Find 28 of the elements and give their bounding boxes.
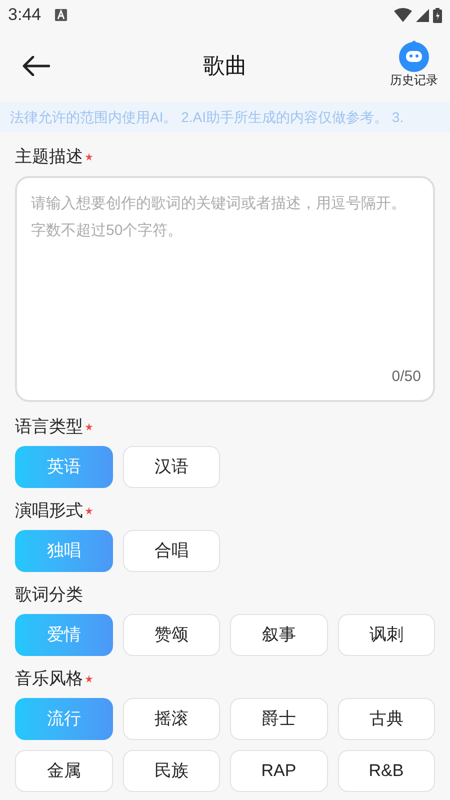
option-chip[interactable]: 汉语 — [122, 446, 220, 488]
back-icon[interactable] — [22, 56, 50, 76]
robot-icon — [398, 40, 430, 72]
field-label: 演唱形式 — [15, 500, 83, 522]
wifi-icon — [394, 8, 412, 22]
option-chip[interactable]: RAP — [230, 750, 328, 792]
field-label: 主题描述 — [15, 146, 83, 168]
field-label: 语言类型 — [15, 416, 83, 438]
notice-text: 法律允许的范围内使用AI。 2.AI助手所生成的内容仅做参考。 3. — [10, 108, 404, 126]
option-chip[interactable]: R&B — [338, 750, 435, 792]
signal-icon — [416, 8, 429, 22]
field-label: 音乐风格 — [15, 668, 83, 690]
status-time: 3:44 — [8, 4, 42, 26]
option-chip[interactable]: 叙事 — [230, 614, 328, 656]
history-button[interactable]: 历史记录 — [390, 40, 438, 88]
option-chip[interactable]: 金属 — [15, 750, 112, 792]
battery-icon — [433, 8, 442, 22]
option-chip[interactable]: 民族 — [122, 750, 220, 792]
char-counter: 0/50 — [392, 366, 421, 386]
option-chip[interactable]: 讽刺 — [338, 614, 435, 656]
option-chip[interactable]: 合唱 — [122, 530, 220, 572]
page-title: 歌曲 — [203, 52, 247, 80]
notification-icon — [55, 9, 68, 21]
option-chip[interactable]: 赞颂 — [122, 614, 220, 656]
option-chip[interactable]: 摇滚 — [122, 698, 220, 740]
field-label: 歌词分类 — [15, 584, 83, 606]
option-chip[interactable]: 爵士 — [230, 698, 328, 740]
option-chip[interactable]: 古典 — [338, 698, 435, 740]
